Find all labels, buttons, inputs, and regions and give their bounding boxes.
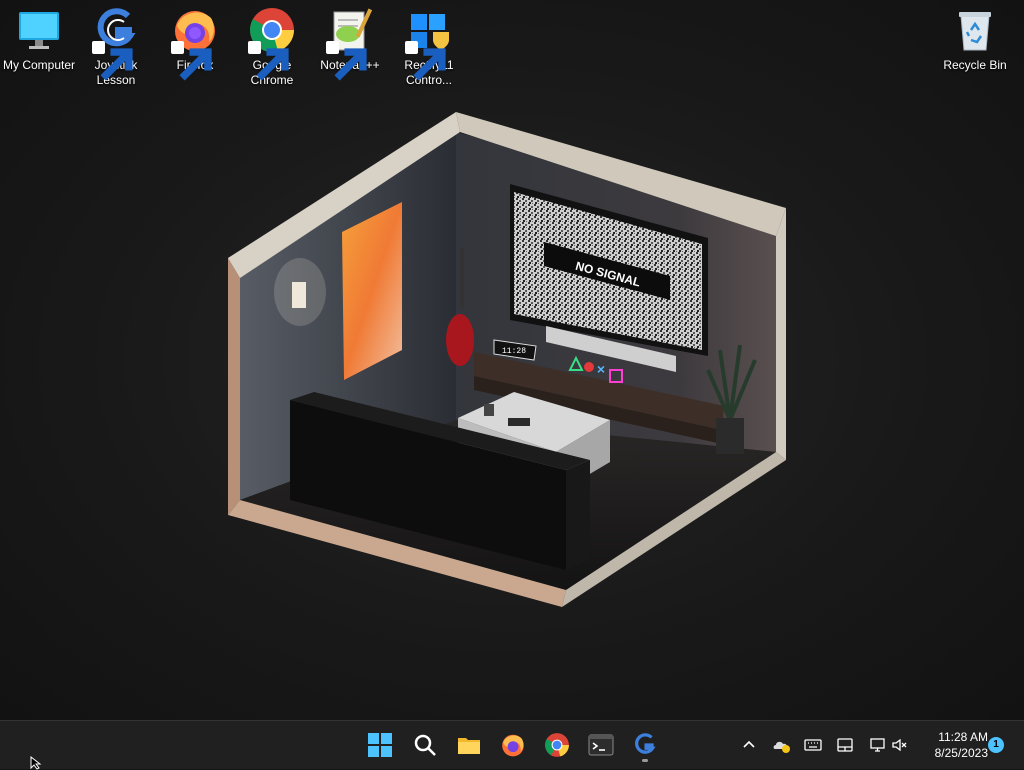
wallpaper-isometric-room: NO SIGNAL 11:28 × — [228, 112, 786, 607]
clock-time: 11:28 AM — [938, 730, 988, 744]
shortcut-arrow-icon — [405, 41, 446, 81]
desktop-icon-firefox[interactable]: Firefox — [156, 6, 234, 81]
running-indicator — [642, 759, 648, 762]
taskbar: 11:28 AM 8/25/2023 1 — [0, 720, 1024, 769]
touchpad-button[interactable] — [833, 733, 857, 757]
network-icon — [870, 738, 885, 752]
search-icon — [414, 734, 436, 756]
touch-keyboard-button[interactable] — [801, 733, 825, 757]
start-button[interactable] — [362, 727, 398, 763]
show-hidden-icons-button[interactable] — [737, 733, 761, 757]
desktop-icon-label: My Computer — [2, 58, 76, 72]
file-explorer-button[interactable] — [451, 727, 487, 763]
terminal-icon — [588, 734, 614, 756]
clock-date: 8/25/2023 — [934, 746, 988, 760]
keyboard-icon — [804, 739, 822, 751]
network-button[interactable] — [866, 733, 890, 757]
folder-icon — [458, 738, 480, 754]
desktop: NO SIGNAL 11:28 × My Computer Joystick L… — [0, 0, 1024, 720]
joystick-lesson-taskbar-button[interactable] — [627, 727, 663, 763]
chrome-taskbar-button[interactable] — [539, 727, 575, 763]
desktop-icon-my-computer[interactable]: My Computer — [0, 6, 78, 73]
volume-button[interactable] — [888, 733, 912, 757]
touchpad-icon — [837, 738, 853, 752]
firefox-taskbar-button[interactable] — [495, 727, 531, 763]
shortcut-arrow-icon — [171, 41, 212, 81]
wallpaper-clock-text: 11:28 — [502, 347, 526, 356]
chevron-up-icon — [743, 740, 755, 748]
shortcut-arrow-icon — [326, 41, 367, 81]
desktop-icon-notepad-plus-plus[interactable]: Notepad++ — [311, 6, 389, 81]
search-button[interactable] — [407, 727, 443, 763]
recycle-bin-icon — [959, 12, 991, 51]
onedrive-tray-button[interactable] — [769, 733, 793, 757]
terminal-taskbar-button[interactable] — [583, 727, 619, 763]
onedrive-icon — [773, 741, 790, 753]
windows-logo-icon — [368, 733, 392, 757]
shortcut-arrow-icon — [92, 41, 133, 81]
joystick-lesson-icon — [635, 733, 656, 754]
chrome-icon — [545, 733, 569, 757]
volume-muted-icon — [892, 738, 907, 752]
desktop-icon-google-chrome[interactable]: Google Chrome — [233, 6, 311, 88]
desktop-icon-joystick-lesson[interactable]: Joystick Lesson — [77, 6, 155, 88]
notification-badge[interactable]: 1 — [988, 737, 1004, 753]
desktop-icon-recycle-bin[interactable]: Recycle Bin — [936, 6, 1014, 73]
monitor-icon — [19, 12, 59, 49]
shortcut-arrow-icon — [248, 41, 289, 81]
taskbar-clock[interactable]: 11:28 AM 8/25/2023 — [918, 729, 988, 761]
desktop-icon-rectify11-control-panel[interactable]: Rectify11 Contro... — [390, 6, 468, 88]
firefox-icon — [502, 734, 524, 757]
desktop-icon-label: Recycle Bin — [943, 58, 1007, 72]
svg-text:×: × — [597, 361, 605, 377]
